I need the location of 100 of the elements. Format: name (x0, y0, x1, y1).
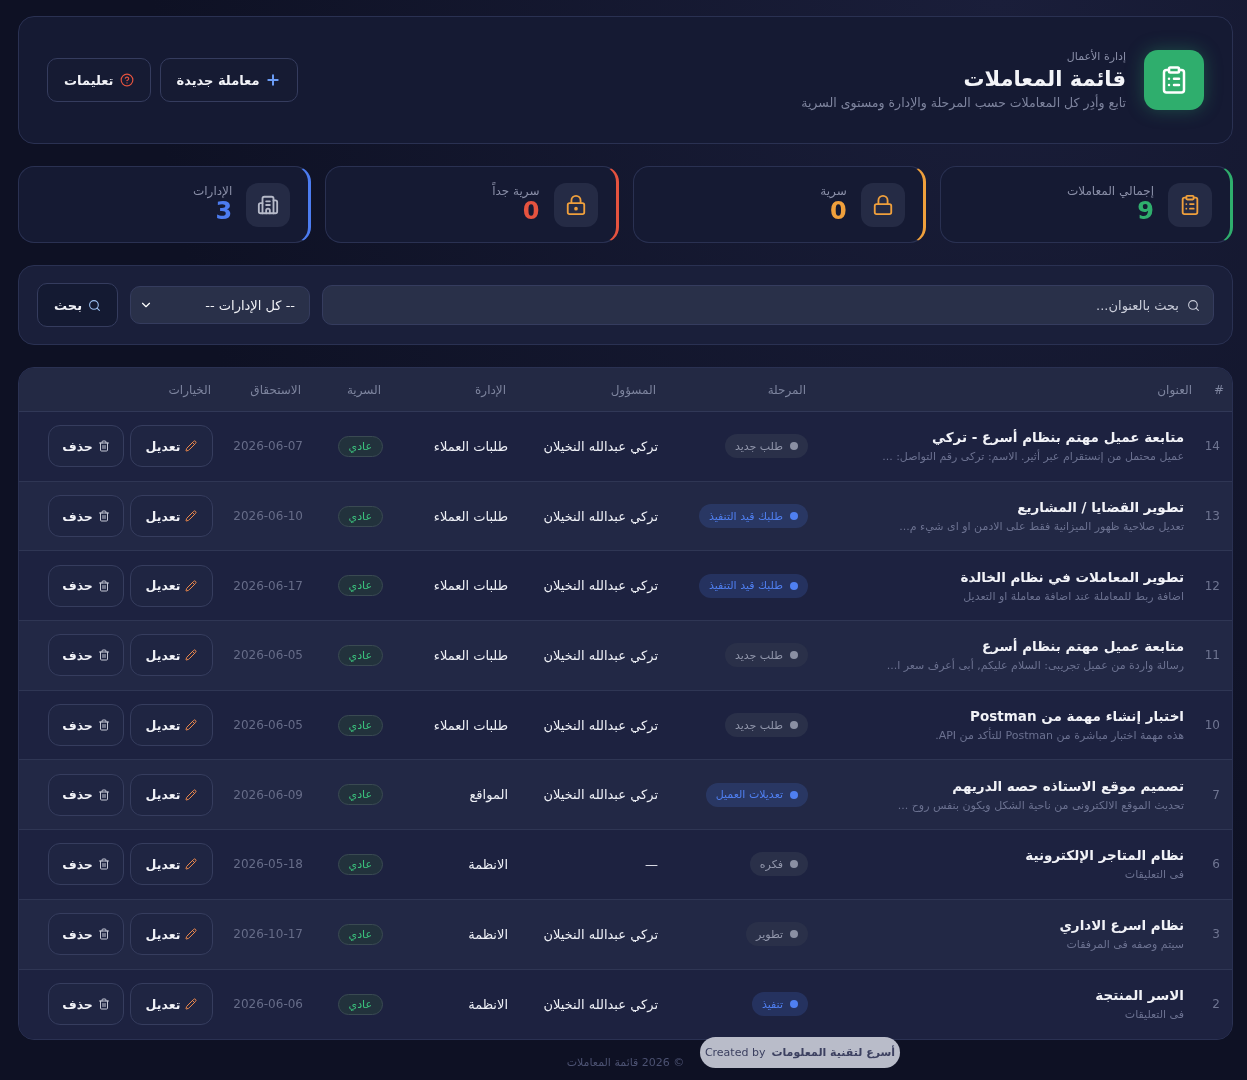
trash-icon (97, 649, 110, 662)
secrecy-tag: عادي (337, 435, 383, 457)
column-header: العنوان (1156, 382, 1192, 397)
edit-button[interactable]: تعديل (130, 704, 213, 747)
delete-button[interactable]: حذف (48, 634, 124, 677)
owner-name: تركي عبدالله النخيلان (543, 508, 658, 524)
edit-button[interactable]: تعديل (130, 425, 213, 468)
secrecy-tag: عادي (337, 714, 383, 736)
due-date: 2026-06-06 (233, 997, 303, 1012)
column-header: # (1212, 382, 1225, 397)
row-title: متابعة عميل مهتم بنظام أسرع (980, 638, 1184, 655)
secrecy-tag: عادي (337, 923, 383, 945)
search-field[interactable]: بحث بالعنوان... (322, 285, 1214, 325)
row-description: فى التعليقات (1123, 868, 1184, 882)
row-title: تصميم موقع الاستاذه حصه الدريهم (951, 777, 1184, 794)
delete-button[interactable]: حذف (48, 704, 124, 747)
page-subtitle: تابع وأدِر كل المعاملات حسب المرحلة والإدارة ومستوى السرية (801, 95, 1126, 110)
breadcrumb: إدارة الأعمال (1065, 50, 1126, 63)
help-button[interactable]: تعليمات (47, 58, 151, 102)
edit-button[interactable]: تعديل (130, 634, 213, 677)
department-name: المواقع (469, 787, 508, 803)
delete-button[interactable]: حذف (48, 983, 124, 1026)
owner-name: — (645, 856, 658, 872)
copyright-text: © 2026 قائمة المعاملات (565, 1056, 686, 1070)
department-name: طلبات العملاء (433, 578, 508, 594)
owner-name: تركي عبدالله النخيلان (543, 438, 658, 454)
delete-button[interactable]: حذف (48, 913, 124, 956)
search-button[interactable]: بحث (37, 283, 118, 327)
row-description: رسالة واردة من عميل تجريبى: السلام عليكم, أبى أعرف سعر ا... (885, 659, 1184, 673)
due-date: 2026-06-05 (233, 648, 303, 663)
edit-button[interactable]: تعديل (130, 564, 213, 607)
trash-icon (97, 510, 110, 523)
credit-name: أسرع لتقنية المعلومات (771, 1046, 896, 1059)
edit-button[interactable]: تعديل (130, 773, 213, 816)
pencil-icon (185, 858, 198, 871)
department-name: طلبات العملاء (433, 647, 508, 663)
trash-icon (97, 788, 110, 801)
stage-tag: تنفيذ (751, 992, 808, 1017)
row-title: تطوير المعاملات في نظام الخالدة (959, 568, 1184, 585)
stage-tag: طلبك قيد التنفيذ (698, 504, 808, 529)
building-icon (257, 193, 280, 216)
clipboard-icon (1179, 193, 1201, 216)
trash-icon (97, 928, 110, 941)
stat-label: سرية (820, 184, 847, 199)
edit-button[interactable]: تعديل (130, 983, 213, 1026)
delete-button[interactable]: حذف (48, 495, 124, 538)
row-description: هذه مهمة اختبار مباشرة من Postman للتأكد من API. (934, 729, 1184, 743)
row-description: تحديث الموقع الالكترونى من ناحية الشكل ويكون بنفس روح ... (896, 798, 1184, 812)
secrecy-tag: عادي (337, 644, 383, 666)
row-description: فى التعليقات (1123, 1008, 1184, 1022)
stat-value: 0 (522, 198, 540, 225)
row-title: نظام اسرع الاداري (1058, 917, 1184, 934)
row-number: 6 (1211, 857, 1221, 872)
trash-icon (97, 440, 110, 453)
owner-name: تركي عبدالله النخيلان (543, 647, 658, 663)
stat-label: إجمالي المعاملات (1066, 184, 1154, 199)
new-button[interactable]: معاملة جديدة (159, 58, 299, 102)
row-number: 13 (1203, 509, 1221, 524)
row-title: اختبار إنشاء مهمة من Postman (969, 708, 1184, 725)
department-name: طلبات العملاء (433, 508, 508, 524)
lock-icon (871, 193, 894, 216)
stage-tag: تطوير (746, 922, 808, 947)
due-date: 2026-06-05 (233, 718, 303, 733)
delete-button[interactable]: حذف (48, 425, 124, 468)
stage-tag: طلب جديد (724, 713, 808, 738)
row-description: سيتم وصفه فى المرفقات (1065, 938, 1184, 952)
row-title: تطوير القضايا / المشاريع (1016, 499, 1184, 516)
row-title: الاسر المنتجة (1094, 987, 1184, 1004)
due-date: 2026-06-07 (233, 439, 303, 454)
trash-icon (97, 858, 110, 871)
column-header: السرية (345, 382, 382, 397)
stat-value: 9 (1137, 198, 1154, 225)
lock-icon (564, 193, 587, 216)
department-select[interactable]: -- كل الإدارات -- (130, 286, 310, 324)
due-date: 2026-05-18 (233, 857, 303, 872)
row-number: 7 (1211, 787, 1221, 802)
edit-button[interactable]: تعديل (130, 913, 213, 956)
department-name: طلبات العملاء (433, 717, 508, 733)
pencil-icon (185, 440, 198, 453)
owner-name: تركي عبدالله النخيلان (543, 996, 658, 1012)
delete-button[interactable]: حذف (48, 773, 124, 816)
clipboard-icon (1144, 50, 1204, 110)
column-header: الإدارة (474, 382, 507, 397)
delete-button[interactable]: حذف (48, 843, 124, 886)
delete-button[interactable]: حذف (48, 564, 124, 607)
stat-label: سرية جداً (492, 184, 540, 199)
trash-icon (97, 998, 110, 1011)
secrecy-tag: عادي (337, 505, 383, 527)
edit-button[interactable]: تعديل (130, 843, 213, 886)
edit-button[interactable]: تعديل (130, 495, 213, 538)
due-date: 2026-06-10 (233, 509, 303, 524)
column-header: المسؤول (609, 382, 657, 397)
stat-value: 0 (830, 198, 847, 225)
owner-name: تركي عبدالله النخيلان (543, 578, 658, 594)
row-number: 2 (1211, 997, 1221, 1012)
department-name: الانظمة (468, 996, 508, 1012)
pencil-icon (185, 998, 198, 1011)
row-number: 12 (1203, 578, 1221, 593)
stage-tag: طلب جديد (724, 643, 808, 668)
row-number: 3 (1211, 927, 1221, 942)
